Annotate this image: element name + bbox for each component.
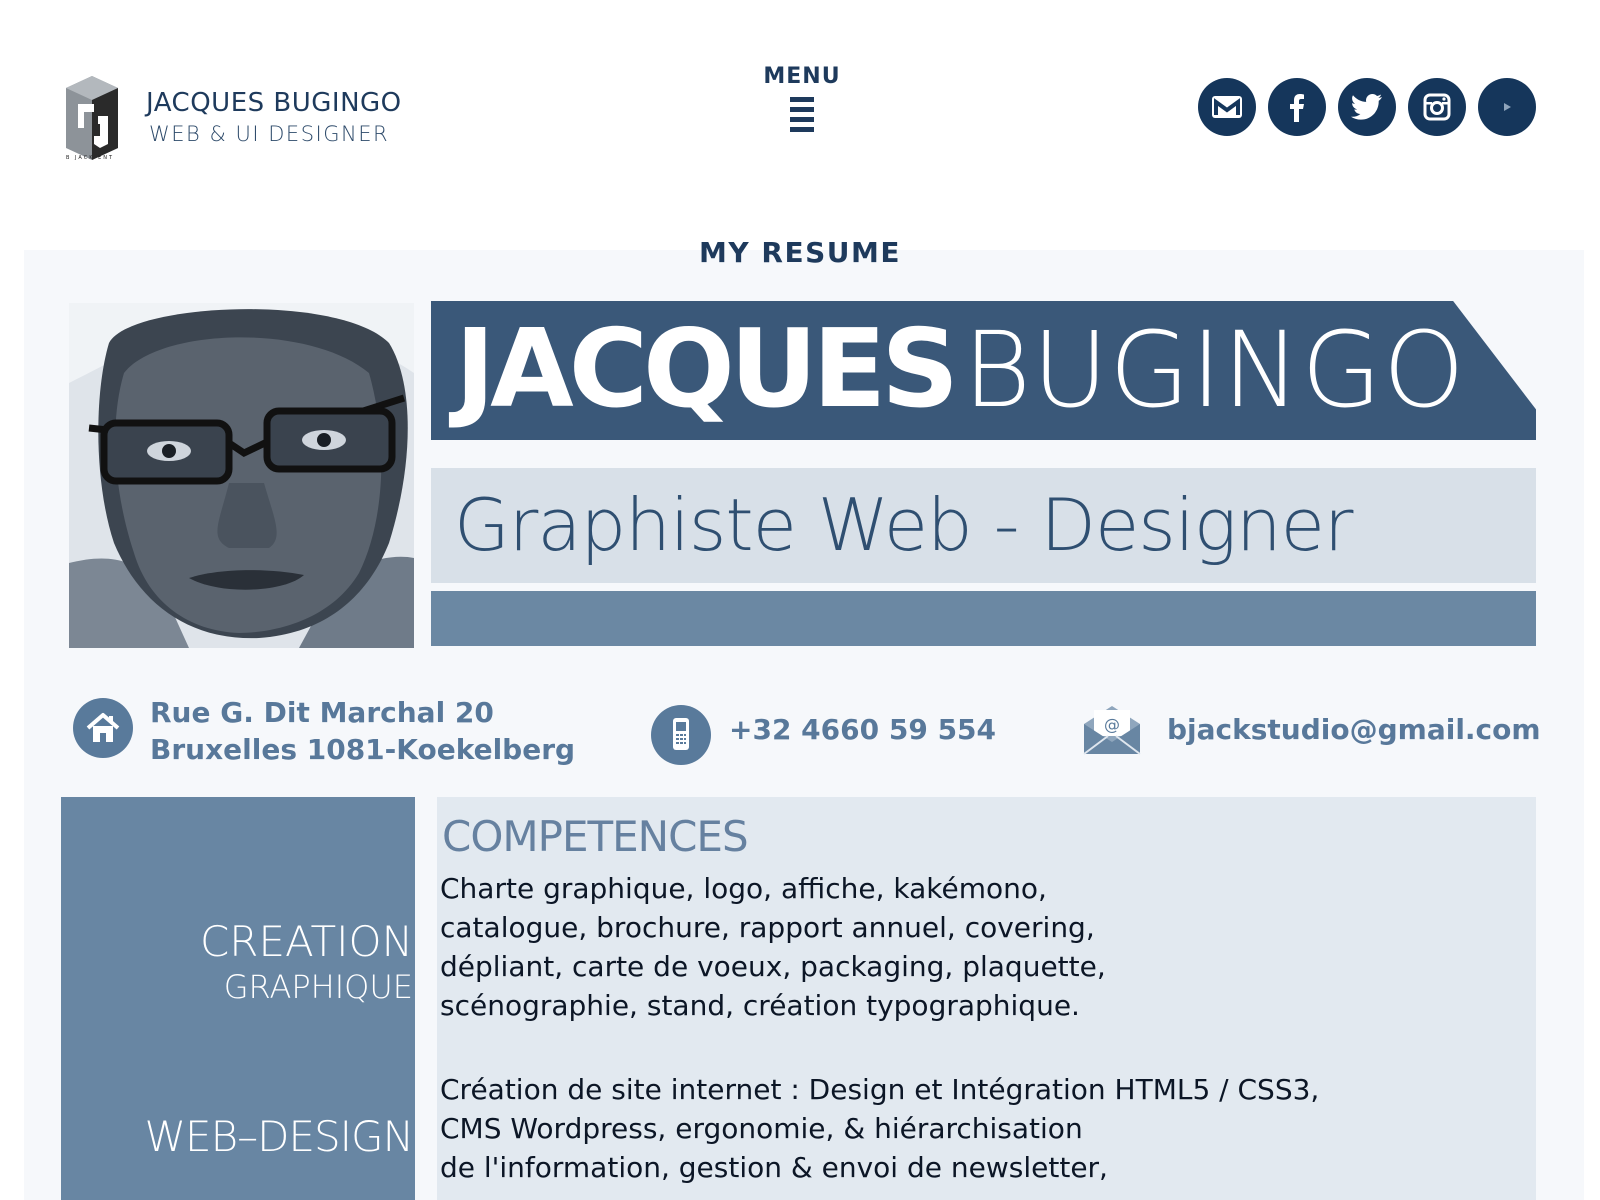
youtube-icon [1504,103,1511,111]
hamburger-icon [790,97,814,132]
youtube-button[interactable] [1478,78,1536,136]
facebook-button[interactable] [1268,78,1326,136]
instagram-icon [1423,93,1451,121]
creation-line: Charte graphique, logo, affiche, kakémon… [440,872,1047,905]
gmail-button[interactable] [1198,78,1256,136]
competences-title: COMPETENCES [442,812,749,861]
web-line: CMS Wordpress, ergonomie, & hiérarchisat… [440,1112,1083,1145]
category-creation: CREATION [199,917,413,966]
profile-photo [69,303,414,648]
brand-subtitle: WEB & UI DESIGNER [149,122,390,146]
email-address[interactable]: bjackstudio@gmail.com [1167,711,1541,748]
twitter-icon [1351,94,1382,120]
creation-line: dépliant, carte de voeux, packaging, pla… [440,950,1106,983]
category-webdesign: WEB–DESIGN [144,1112,414,1161]
brand-name[interactable]: JACQUES BUGINGO [146,88,402,118]
social-links [1198,78,1536,136]
twitter-button[interactable] [1338,78,1396,136]
address-text: Rue G. Dit Marchal 20 Bruxelles 1081-Koe… [150,694,575,768]
logo-tagline: B JACK ENT [66,155,115,161]
phone-icon [651,705,711,765]
category-graphique: GRAPHIQUE [223,968,413,1006]
job-title: Graphiste Web - Designer [454,483,1353,567]
section-title: MY RESUME [699,236,901,269]
gmail-icon [1212,96,1242,118]
web-line: Création de site internet : Design et In… [440,1073,1320,1106]
creation-line: catalogue, brochure, rapport annuel, cov… [440,911,1095,944]
first-name: JACQUES [455,307,959,432]
creation-description: Charte graphique, logo, affiche, kakémon… [440,869,1520,1025]
facebook-icon [1290,94,1304,122]
menu-button[interactable]: MENU [760,64,844,137]
home-icon [73,698,133,758]
svg-text:@: @ [1104,715,1120,734]
portrait-image [69,303,414,648]
creation-line: scénographie, stand, création typographi… [440,989,1080,1022]
last-name: BUGINGO [963,309,1466,431]
email-icon: @ [1080,702,1144,758]
instagram-button[interactable] [1408,78,1466,136]
accent-band [431,591,1536,646]
web-line: de l'information, gestion & envoi de new… [440,1151,1108,1184]
phone-number[interactable]: +32 4660 59 554 [729,711,996,748]
web-description: Création de site internet : Design et In… [440,1070,1520,1187]
menu-label: MENU [763,64,841,89]
address-line-1: Rue G. Dit Marchal 20 [150,696,494,729]
address-line-2: Bruxelles 1081-Koekelberg [150,733,576,766]
logo-cube-icon [66,76,118,160]
